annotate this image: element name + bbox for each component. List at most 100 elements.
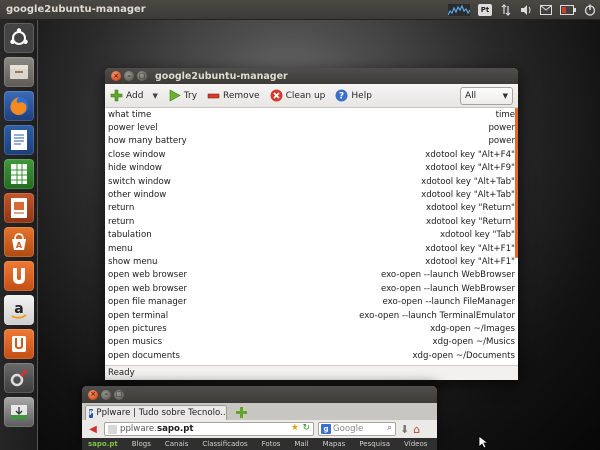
writer-document-icon[interactable] xyxy=(4,125,34,155)
impress-presentation-icon[interactable] xyxy=(4,193,34,223)
command-list[interactable]: what time time power level power how many ba… xyxy=(105,108,518,365)
clear-x-icon xyxy=(270,89,283,102)
system-settings-icon[interactable] xyxy=(4,363,34,393)
row-phrase: open web browser xyxy=(108,270,188,281)
list-row[interactable]: menu xdotool key "Alt+F1" xyxy=(105,242,518,255)
list-row[interactable]: tabulation xdotool key "Tab" xyxy=(105,229,518,242)
backup-tool-icon[interactable] xyxy=(4,397,34,427)
search-engine-google-icon[interactable]: g xyxy=(321,424,331,434)
window-maximize-button[interactable]: □ xyxy=(137,71,147,81)
calc-spreadsheet-icon[interactable] xyxy=(4,159,34,189)
search-magnifier-icon[interactable]: ⌕ xyxy=(387,423,392,433)
filter-combobox[interactable]: All ▼ xyxy=(460,87,513,105)
file-manager-icon[interactable] xyxy=(4,57,34,87)
site-nav-strip: sapo.pt Blogs Canais Classificados Fotos Mail… xyxy=(82,438,437,450)
list-row[interactable]: what time time xyxy=(105,108,518,121)
firefox-icon[interactable] xyxy=(4,91,34,121)
site-nav-link[interactable]: Mapas xyxy=(323,440,346,448)
row-command: xdg-open ~/Documents xyxy=(412,350,515,361)
software-center-icon[interactable]: A xyxy=(4,227,34,257)
site-nav-link[interactable]: Pesquisa xyxy=(359,440,390,448)
row-phrase: show menu xyxy=(108,256,158,267)
list-row[interactable]: open web browser exo-open --launch WebBro… xyxy=(105,282,518,295)
battery-icon[interactable] xyxy=(560,4,576,16)
network-graph-icon[interactable] xyxy=(448,4,470,16)
svg-text:?: ? xyxy=(339,92,344,102)
ubuntu-dash-icon[interactable] xyxy=(4,23,34,53)
ubuntu-one-music-icon[interactable] xyxy=(4,329,34,359)
list-row[interactable]: open terminal exo-open --launch TerminalE… xyxy=(105,309,518,322)
browser-close-button[interactable]: × xyxy=(88,389,98,400)
cleanup-button[interactable]: Clean up xyxy=(270,89,326,102)
bookmark-star-icon[interactable]: ★ xyxy=(291,423,299,433)
back-arrow-icon[interactable]: ◀ xyxy=(86,422,100,436)
site-nav-link[interactable]: Canais xyxy=(165,440,189,448)
transfer-arrows-icon[interactable] xyxy=(500,4,512,16)
add-plus-icon xyxy=(110,89,123,102)
list-row[interactable]: open web browser exo-open --launch WebBro… xyxy=(105,269,518,282)
reload-icon[interactable]: ↻ xyxy=(302,423,310,433)
list-row[interactable]: hide window xdotool key "Alt+F9" xyxy=(105,162,518,175)
play-icon xyxy=(168,89,181,102)
browser-tab[interactable]: P Pplware | Tudo sobre Tecnolo... × xyxy=(85,405,227,420)
manager-window: × – □ google2ubuntu-manager Add ▼ Try Re… xyxy=(105,68,518,380)
row-command: xdotool key "Alt+Tab" xyxy=(421,190,515,201)
window-titlebar[interactable]: × – □ google2ubuntu-manager xyxy=(105,68,518,84)
row-phrase: open musics xyxy=(108,337,163,348)
power-gear-icon[interactable] xyxy=(584,4,596,16)
keyboard-layout-icon[interactable]: Pt xyxy=(478,4,492,16)
window-title: google2ubuntu-manager xyxy=(155,70,288,82)
volume-icon[interactable] xyxy=(520,4,532,16)
home-icon[interactable]: ⌂ xyxy=(413,423,420,436)
list-row[interactable]: open musics xdg-open ~/Musics xyxy=(105,336,518,349)
list-row[interactable]: close window xdotool key "Alt+F4" xyxy=(105,148,518,161)
browser-maximize-button[interactable]: □ xyxy=(114,389,124,400)
add-button[interactable]: Add ▼ xyxy=(110,89,158,102)
search-bar[interactable]: g Google ⌕ xyxy=(318,422,396,436)
window-minimize-button[interactable]: – xyxy=(124,71,134,81)
amazon-icon[interactable]: a xyxy=(4,295,34,325)
mail-icon[interactable] xyxy=(540,4,552,16)
list-row[interactable]: power level power xyxy=(105,121,518,134)
remove-label: Remove xyxy=(223,90,260,101)
indicator-area: Pt xyxy=(448,0,596,20)
status-text: Ready xyxy=(108,368,135,378)
cleanup-label: Clean up xyxy=(285,90,326,101)
site-nav-link[interactable]: Mail xyxy=(294,440,308,448)
row-command: xdotool key "Return" xyxy=(425,203,515,214)
browser-titlebar[interactable]: × – □ xyxy=(82,386,437,403)
site-nav-link[interactable]: Vídeos xyxy=(404,440,427,448)
window-close-button[interactable]: × xyxy=(111,71,121,81)
svg-text:a: a xyxy=(14,301,23,317)
url-bar[interactable]: pplware.sapo.pt ★ ↻ xyxy=(104,422,314,436)
mouse-cursor-icon xyxy=(478,435,490,450)
list-row[interactable]: show menu xdotool key "Alt+F1" xyxy=(105,255,518,268)
site-nav-link[interactable]: Blogs xyxy=(132,440,151,448)
list-row[interactable]: open file manager exo-open --launch FileM… xyxy=(105,295,518,308)
list-scrollbar[interactable] xyxy=(515,108,518,258)
site-logo[interactable]: sapo.pt xyxy=(88,440,118,448)
list-row[interactable]: open pictures xdg-open ~/Images xyxy=(105,322,518,335)
help-button[interactable]: ? Help xyxy=(335,89,372,102)
site-nav-link[interactable]: Fotos xyxy=(262,440,281,448)
row-command: xdotool key "Alt+F9" xyxy=(425,163,515,174)
row-command: exo-open --launch TerminalEmulator xyxy=(359,310,515,321)
browser-minimize-button[interactable]: – xyxy=(101,389,111,400)
add-dropdown-arrow-icon[interactable]: ▼ xyxy=(152,92,157,100)
list-row[interactable]: how many battery power xyxy=(105,135,518,148)
list-row[interactable]: other window xdotool key "Alt+Tab" xyxy=(105,188,518,201)
list-row[interactable]: switch window xdotool key "Alt+Tab" xyxy=(105,175,518,188)
list-row[interactable]: open documents xdg-open ~/Documents xyxy=(105,349,518,362)
search-placeholder: Google xyxy=(333,424,364,434)
row-phrase: open documents xyxy=(108,350,181,361)
download-arrow-icon[interactable]: ⬇ xyxy=(400,423,409,436)
try-button[interactable]: Try xyxy=(168,89,197,102)
remove-button[interactable]: Remove xyxy=(207,91,260,101)
row-phrase: open file manager xyxy=(108,297,187,308)
new-tab-button[interactable] xyxy=(235,406,248,419)
ubuntu-one-icon[interactable] xyxy=(4,261,34,291)
row-phrase: switch window xyxy=(108,176,171,187)
list-row[interactable]: return xdotool key "Return" xyxy=(105,202,518,215)
list-row[interactable]: return xdotool key "Return" xyxy=(105,215,518,228)
site-nav-link[interactable]: Classificados xyxy=(202,440,247,448)
